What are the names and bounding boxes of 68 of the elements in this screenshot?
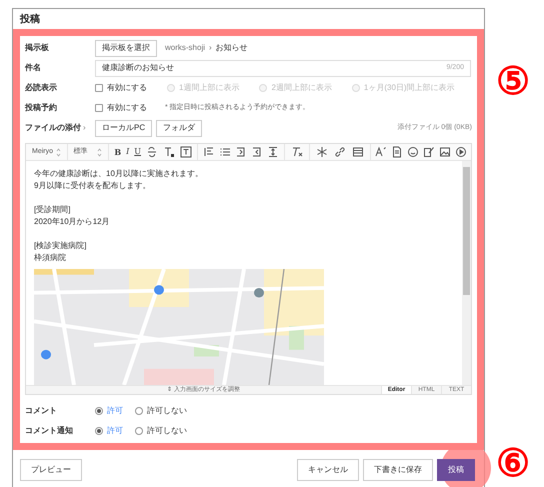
link-icon[interactable]	[334, 146, 346, 158]
play-icon[interactable]	[455, 146, 467, 158]
updown-icon	[97, 148, 102, 156]
text-color-icon[interactable]	[163, 146, 175, 158]
radio-label: 許可	[107, 425, 123, 437]
checkbox[interactable]	[95, 84, 103, 92]
radio-button[interactable]	[95, 427, 103, 435]
spellcheck-icon[interactable]	[375, 146, 387, 158]
field-label: 掲示板	[25, 42, 50, 54]
body-text-line: 枠須病院	[34, 252, 67, 264]
cancel-button[interactable]: キャンセル	[297, 459, 359, 481]
body-text-line: 今年の健康診断は、10月以降に実施されます。	[34, 168, 204, 180]
document-icon[interactable]	[391, 146, 403, 158]
field-label: コメント	[25, 405, 58, 417]
field-label: 必読表示	[25, 82, 58, 94]
clear-format-icon[interactable]	[291, 146, 303, 158]
body-text-line: [検診実施病院]	[34, 240, 88, 252]
body-text-line: 2020年10月から12月	[34, 216, 111, 228]
board-path: works-shoji	[165, 42, 206, 54]
radio-label: 許可	[107, 405, 123, 417]
format-button[interactable]: I	[126, 146, 130, 158]
radio-label: 1週間上部に表示	[179, 82, 240, 94]
attach-button[interactable]: フォルダ	[156, 120, 202, 136]
image-icon[interactable]	[439, 146, 451, 158]
text-background-icon[interactable]	[180, 146, 192, 158]
edit-box-icon[interactable]	[423, 146, 435, 158]
radio-button[interactable]	[135, 427, 143, 435]
radio-button[interactable]	[95, 407, 103, 415]
checkbox[interactable]	[95, 104, 103, 112]
submit-button[interactable]: 投稿	[437, 459, 475, 481]
table-icon[interactable]	[352, 146, 364, 158]
field-label: 件名	[25, 62, 42, 74]
emoji-icon[interactable]	[407, 146, 419, 158]
align-icon[interactable]	[203, 146, 215, 158]
board-name: お知らせ	[216, 42, 248, 54]
format-button[interactable]: B	[114, 146, 122, 158]
field-label: ファイルの添付	[25, 122, 82, 134]
window-title: 投稿	[20, 12, 40, 26]
radio-button[interactable]	[135, 407, 143, 415]
save-draft-button[interactable]: 下書きに保存	[363, 459, 433, 481]
attach-button[interactable]: ローカルPC	[95, 120, 152, 136]
radio-label: 許可しない	[147, 405, 187, 417]
step-number: ⑥	[496, 442, 530, 486]
asterisk-icon[interactable]	[316, 146, 328, 158]
step-number: ⑤	[496, 60, 530, 104]
checkbox-label: 有効にする	[107, 82, 147, 94]
body-text-line: 9月以降に受付表を配布します。	[34, 180, 152, 192]
radio-label: 1ヶ月(30日)間上部に表示	[364, 82, 455, 94]
breadcrumb-separator: ›	[209, 42, 212, 54]
body-text-line: [受診期間]	[34, 204, 72, 216]
checkbox-label: 有効にする	[107, 102, 147, 114]
select-board-button[interactable]: 掲示板を選択	[95, 40, 157, 56]
scrollbar-thumb[interactable]	[463, 167, 470, 295]
scrollbar[interactable]	[462, 161, 471, 385]
field-label: コメント通知	[25, 425, 74, 437]
field-label: 投稿予約	[25, 102, 58, 114]
preview-button[interactable]: プレビュー	[20, 459, 82, 481]
radio-label: 許可しない	[147, 425, 187, 437]
updown-icon	[56, 148, 61, 156]
line-height-icon[interactable]	[267, 146, 279, 158]
radio-label: 2週間上部に表示	[271, 82, 332, 94]
bullet-list-icon[interactable]	[219, 146, 231, 158]
expand-arrow[interactable]: ›	[83, 122, 95, 134]
format-button[interactable]: U	[134, 146, 141, 158]
subject-value: 健康診断のお知らせ	[102, 62, 174, 74]
outdent-icon[interactable]	[251, 146, 263, 158]
indent-icon[interactable]	[235, 146, 247, 158]
strikethrough-icon[interactable]	[146, 146, 158, 158]
